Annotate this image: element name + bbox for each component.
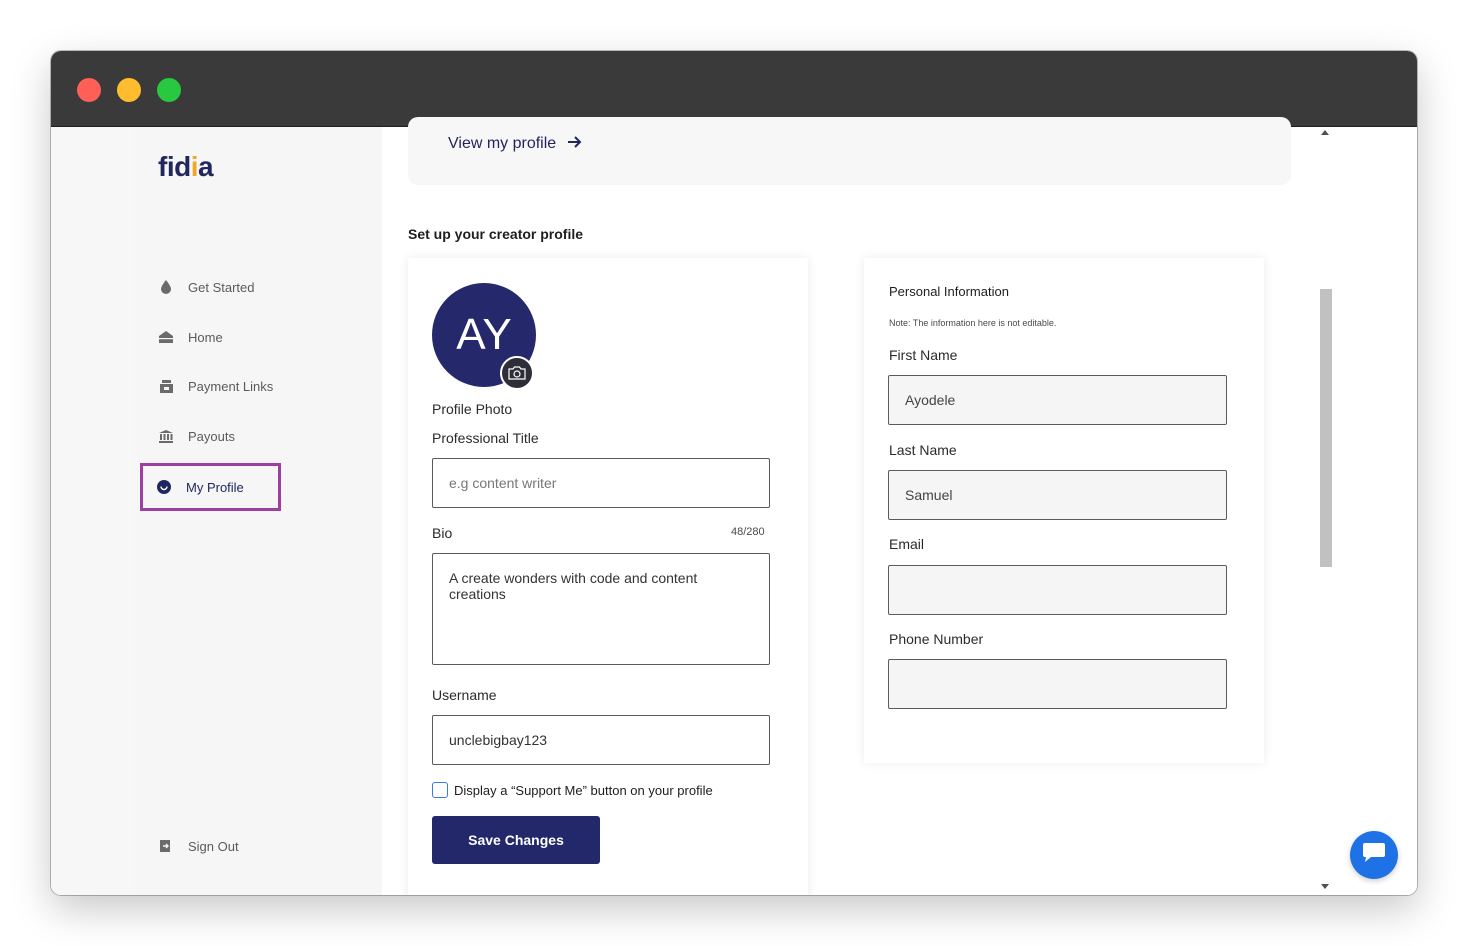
sidebar: fidia Get Started Home Payment Links Pay…: [134, 127, 382, 895]
sign-out-button[interactable]: Sign Out: [142, 824, 239, 868]
sign-out-icon: [158, 838, 174, 854]
bio-label: Bio: [432, 525, 453, 541]
bank-icon: [158, 428, 174, 444]
scroll-up-arrow-icon[interactable]: [1321, 130, 1329, 135]
professional-title-label: Professional Title: [432, 430, 539, 446]
phone-number-label: Phone Number: [889, 631, 984, 647]
fidia-logo[interactable]: fidia: [158, 151, 214, 183]
view-profile-link[interactable]: View my profile: [448, 135, 582, 153]
email-field[interactable]: [888, 565, 1227, 615]
right-gutter: [1334, 127, 1417, 895]
camera-icon[interactable]: [500, 356, 534, 390]
sidebar-item-label: Get Started: [188, 279, 255, 295]
sidebar-item-get-started[interactable]: Get Started: [142, 265, 280, 309]
close-window-button[interactable]: [77, 78, 101, 102]
view-profile-card: View my profile: [408, 117, 1291, 185]
browser-window: fidia Get Started Home Payment Links Pay…: [51, 51, 1417, 895]
maximize-window-button[interactable]: [157, 78, 181, 102]
professional-title-input[interactable]: e.g content writer: [432, 458, 770, 508]
personal-information-card: Personal Information Note: The informati…: [864, 258, 1264, 763]
app-content: fidia Get Started Home Payment Links Pay…: [51, 117, 1417, 895]
username-input[interactable]: unclebigbay123: [432, 715, 770, 765]
chat-bubble-icon: [1362, 842, 1386, 868]
profile-photo-label: Profile Photo: [432, 401, 513, 417]
scrollbar-thumb[interactable]: [1320, 289, 1332, 567]
window-titlebar: [51, 51, 1417, 127]
profile-icon: [156, 479, 172, 495]
left-gutter: [51, 127, 134, 895]
first-name-field[interactable]: Ayodele: [888, 375, 1227, 425]
email-label: Email: [889, 536, 925, 552]
scroll-down-arrow-icon[interactable]: [1321, 884, 1329, 889]
sidebar-item-payment-links[interactable]: Payment Links: [142, 364, 280, 408]
save-changes-button[interactable]: Save Changes: [432, 816, 600, 864]
sidebar-item-label: Home: [188, 329, 223, 345]
phone-number-field[interactable]: [888, 659, 1227, 709]
sidebar-item-payouts[interactable]: Payouts: [142, 414, 280, 458]
sidebar-item-label: Payouts: [188, 428, 235, 444]
personal-info-title: Personal Information: [889, 284, 1009, 299]
sign-out-label: Sign Out: [188, 838, 239, 854]
sidebar-item-label: Payment Links: [188, 378, 274, 394]
creator-profile-card: AY Profile Photo Professional Title e.g …: [408, 258, 808, 895]
not-editable-note: Note: The information here is not editab…: [889, 318, 1057, 328]
drop-icon: [158, 279, 174, 295]
sidebar-item-my-profile[interactable]: My Profile: [140, 463, 281, 511]
arrow-right-icon: [568, 135, 582, 153]
minimize-window-button[interactable]: [117, 78, 141, 102]
first-name-label: First Name: [889, 347, 958, 363]
vertical-scrollbar[interactable]: [1317, 127, 1334, 895]
sidebar-item-home[interactable]: Home: [142, 315, 280, 359]
section-title: Set up your creator profile: [408, 226, 584, 242]
last-name-field[interactable]: Samuel: [888, 470, 1227, 520]
bio-counter: 48/280: [731, 526, 765, 538]
last-name-label: Last Name: [889, 442, 957, 458]
support-me-checkbox[interactable]: [432, 782, 448, 798]
store-icon: [158, 378, 174, 394]
home-icon: [158, 329, 174, 345]
sidebar-item-label: My Profile: [186, 479, 244, 495]
chat-support-button[interactable]: [1350, 831, 1398, 879]
username-label: Username: [432, 687, 497, 703]
support-me-label: Display a “Support Me” button on your pr…: [454, 783, 713, 798]
main-panel: View my profile Set up your creator prof…: [382, 117, 1317, 895]
bio-textarea[interactable]: A create wonders with code and content c…: [432, 553, 770, 665]
